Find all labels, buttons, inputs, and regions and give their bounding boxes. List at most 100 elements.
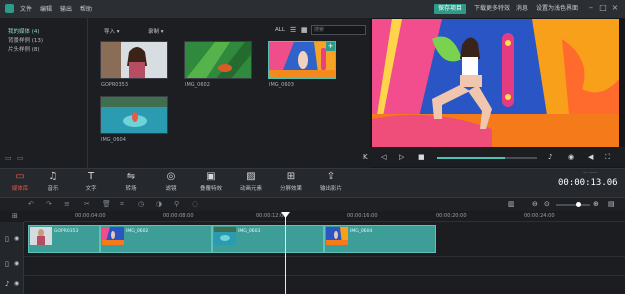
cut-icon[interactable]: ✂: [84, 200, 90, 208]
clip-thumb: [326, 227, 348, 245]
tool-overlay[interactable]: ▣ 叠覆特效: [194, 171, 228, 192]
video-track-icon[interactable]: ▯: [5, 235, 9, 243]
tool-split-screen[interactable]: ⊞ 分屏效果: [274, 171, 308, 192]
clip-name: IMG_0602: [126, 229, 149, 234]
media-thumb-img0604[interactable]: [100, 96, 168, 134]
delete-icon[interactable]: 🗑: [102, 200, 111, 208]
snapshot-icon[interactable]: ◉: [568, 153, 574, 161]
close-icon[interactable]: ×: [610, 3, 620, 13]
tool-export[interactable]: ⇪ 输出影片: [314, 171, 348, 192]
zoom-out-icon[interactable]: ⊖: [532, 200, 538, 208]
prev-frame-icon[interactable]: K: [363, 153, 368, 161]
split-screen-icon: ⊞: [286, 171, 296, 182]
library-item-backgrounds[interactable]: 背景样例 (13): [8, 36, 43, 44]
thumb-label: IMG_0604: [101, 137, 126, 143]
folder-icon[interactable]: ▭: [17, 154, 24, 162]
ruler-label: 00:00:20:00: [436, 213, 467, 219]
fullscreen-icon[interactable]: ⛶: [605, 153, 610, 162]
add-track-icon[interactable]: ⊞: [12, 212, 18, 220]
zoom-icon[interactable]: ⚲: [174, 200, 179, 208]
menu-edit[interactable]: 编辑: [40, 4, 52, 13]
tool-label: 文字: [85, 186, 97, 192]
stop-icon[interactable]: ■: [418, 153, 425, 161]
track-manager-icon[interactable]: ▤: [608, 200, 615, 208]
play-icon[interactable]: ▷: [399, 153, 404, 161]
download-effects-button[interactable]: 下载更多特效: [470, 4, 514, 14]
transition-icon: ⇋: [126, 171, 136, 182]
preview-viewer: [372, 19, 619, 147]
tool-text[interactable]: T 文字: [74, 171, 108, 192]
messages-button[interactable]: 消息: [512, 4, 532, 14]
playhead-line[interactable]: [285, 216, 286, 294]
music-mute-icon[interactable]: ◉: [14, 280, 19, 287]
microphone-icon[interactable]: ♪: [548, 153, 552, 161]
timecode-display: 00:00:13.06: [558, 178, 618, 188]
save-project-button[interactable]: 保存项目: [434, 4, 467, 14]
library-item-intros[interactable]: 片头样例 (8): [8, 45, 40, 53]
add-folder-icon[interactable]: ▭: [5, 154, 12, 162]
playhead-handle[interactable]: [281, 212, 290, 218]
import-label: 导入: [104, 29, 116, 35]
grid-view-icon[interactable]: ▦: [301, 26, 308, 34]
light-theme-button[interactable]: 设置为浅色界面: [532, 4, 582, 14]
music-track-icon[interactable]: ♪: [5, 280, 9, 288]
redo-icon[interactable]: ↷: [46, 200, 52, 208]
media-thumb-gopr0353[interactable]: [100, 41, 168, 79]
tool-transition[interactable]: ⇋ 转场: [114, 171, 148, 192]
menu-export[interactable]: 输出: [60, 4, 72, 13]
zoom-slider-knob[interactable]: [576, 202, 581, 207]
library-item-my-media[interactable]: 我的媒体 (4): [8, 27, 40, 35]
undo-icon[interactable]: ↶: [28, 200, 34, 208]
speed-icon[interactable]: ◷: [138, 200, 144, 208]
record-label: 录制: [148, 29, 160, 35]
track-visibility-icon[interactable]: ◉: [14, 235, 19, 242]
thumb-label: IMG_0602: [185, 82, 210, 88]
menu-file[interactable]: 文件: [20, 4, 32, 13]
tool-music[interactable]: ♫ 音乐: [36, 171, 70, 192]
record-dropdown[interactable]: 录制 ▾: [148, 27, 164, 35]
maximize-icon[interactable]: □: [598, 3, 608, 13]
zoom-slider[interactable]: [556, 202, 590, 207]
settings-icon[interactable]: ≡: [64, 200, 70, 208]
add-to-timeline-icon[interactable]: +: [326, 42, 335, 51]
clip-name: IMG_0604: [350, 229, 373, 234]
minimize-icon[interactable]: –: [586, 3, 596, 13]
thumb-label: GOPR0353: [101, 82, 129, 88]
ruler-label: 00:00:08:00: [163, 213, 194, 219]
tool-label: 转场: [125, 186, 137, 192]
text-icon: T: [87, 171, 95, 182]
audio-mixer-icon[interactable]: ▥: [508, 200, 515, 208]
filter-all[interactable]: ALL: [275, 27, 285, 33]
menu-help[interactable]: 帮助: [80, 4, 92, 13]
track-mute-icon[interactable]: ◉: [14, 260, 19, 267]
search-input[interactable]: [311, 25, 366, 35]
playback-progress[interactable]: [437, 157, 537, 159]
rewind-icon[interactable]: ◁: [381, 153, 386, 161]
timeline-clip[interactable]: IMG_0603: [212, 225, 324, 253]
clip-name: IMG_0603: [238, 229, 261, 234]
zoom-fit-icon[interactable]: ⊙: [544, 200, 550, 208]
clip-thumb: [30, 227, 52, 245]
record-voice-icon[interactable]: ◌: [192, 200, 198, 208]
tool-filter[interactable]: ◎ 滤镜: [154, 171, 188, 192]
clip-name: GOPR0353: [54, 229, 79, 234]
volume-icon[interactable]: ◀: [588, 153, 593, 161]
audio-track-icon[interactable]: ▯: [5, 260, 9, 268]
color-icon[interactable]: ◑: [156, 200, 162, 208]
element-icon: ▨: [246, 171, 256, 182]
media-thumb-img0602[interactable]: [184, 41, 252, 79]
import-dropdown[interactable]: 导入 ▾: [104, 27, 120, 35]
list-view-icon[interactable]: ☰: [290, 26, 296, 34]
tool-media[interactable]: ▭ 媒体库: [3, 171, 37, 192]
tool-elements[interactable]: ▨ 动画元素: [234, 171, 268, 192]
crop-icon[interactable]: ⌗: [120, 200, 124, 209]
thumb-image-frog: [185, 42, 251, 78]
timeline-clip[interactable]: IMG_0604: [324, 225, 436, 253]
timeline-clip[interactable]: GOPR0353: [28, 225, 100, 253]
track-divider: [24, 275, 625, 276]
zoom-in-icon[interactable]: ⊕: [593, 200, 599, 208]
app-logo-icon: [5, 4, 14, 13]
music-icon: ♫: [48, 171, 58, 182]
ruler-label: 00:00:24:00: [524, 213, 555, 219]
timeline-clip[interactable]: IMG_0602: [100, 225, 212, 253]
